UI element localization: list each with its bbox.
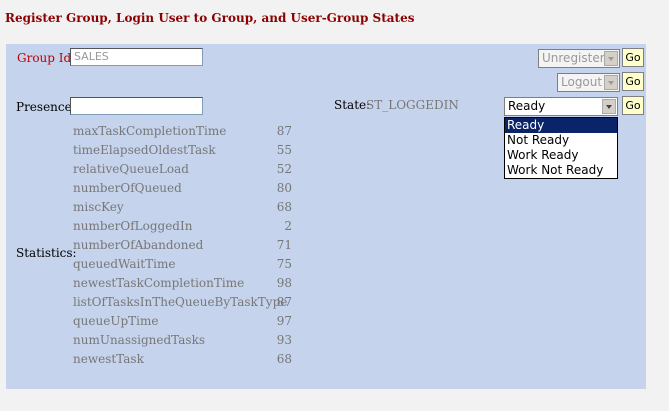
state-select-value: Ready: [508, 99, 546, 113]
stat-name: newestTask: [73, 352, 144, 366]
statistics-label: Statistics:: [16, 246, 77, 260]
chevron-down-icon: [604, 75, 618, 90]
stat-value: 97: [276, 314, 292, 328]
state-option[interactable]: Not Ready: [505, 133, 617, 148]
stat-value: 52: [276, 162, 292, 176]
stat-value: 98: [276, 276, 292, 290]
page-title: Register Group, Login User to Group, and…: [5, 11, 415, 25]
stat-name: numberOfLoggedIn: [73, 219, 193, 233]
presence-field[interactable]: [70, 97, 203, 115]
register-select[interactable]: Unregister: [538, 49, 620, 68]
stat-name: maxTaskCompletionTime: [73, 124, 227, 138]
state-dropdown-list: Ready Not Ready Work Ready Work Not Read…: [504, 117, 618, 179]
stat-name: numberOfQueued: [73, 181, 182, 195]
logout-select-value: Logout: [561, 75, 603, 89]
stat-value: 87: [276, 295, 292, 309]
presence-label: Presence:: [16, 100, 76, 114]
group-id-field[interactable]: SALES: [70, 48, 203, 66]
stat-name: newestTaskCompletionTime: [73, 276, 245, 290]
state-option[interactable]: Work Ready: [505, 148, 617, 163]
stat-name: miscKey: [73, 200, 124, 214]
state-select[interactable]: Ready: [504, 97, 618, 116]
stat-name: timeElapsedOldestTask: [73, 143, 216, 157]
state-go-button[interactable]: Go: [622, 96, 644, 115]
register-select-value: Unregister: [542, 51, 605, 65]
stat-name: queuedWaitTime: [73, 257, 176, 271]
stat-value: 2: [284, 219, 292, 233]
stat-value: 55: [276, 143, 292, 157]
logout-go-button[interactable]: Go: [622, 72, 644, 91]
stat-name: queueUpTime: [73, 314, 159, 328]
stat-name: listOfTasksInTheQueueByTaskType: [73, 295, 288, 309]
group-id-label: Group Id:: [17, 51, 76, 65]
state-value: ST_LOGGEDIN: [366, 98, 459, 112]
logout-select[interactable]: Logout: [557, 73, 620, 92]
stat-value: 68: [276, 352, 292, 366]
chevron-down-icon: [604, 51, 618, 66]
stat-value: 71: [276, 238, 292, 252]
stat-value: 93: [276, 333, 292, 347]
register-go-button[interactable]: Go: [622, 48, 644, 67]
state-option[interactable]: Ready: [505, 118, 617, 133]
stat-value: 68: [276, 200, 292, 214]
stat-value: 87: [276, 124, 292, 138]
state-option[interactable]: Work Not Ready: [505, 163, 617, 178]
stat-name: relativeQueueLoad: [73, 162, 189, 176]
state-label: State:: [334, 98, 371, 112]
stat-value: 75: [276, 257, 292, 271]
stat-name: numberOfAbandoned: [73, 238, 204, 252]
stat-value: 80: [276, 181, 292, 195]
chevron-down-icon: [602, 99, 616, 114]
stat-name: numUnassignedTasks: [73, 333, 205, 347]
